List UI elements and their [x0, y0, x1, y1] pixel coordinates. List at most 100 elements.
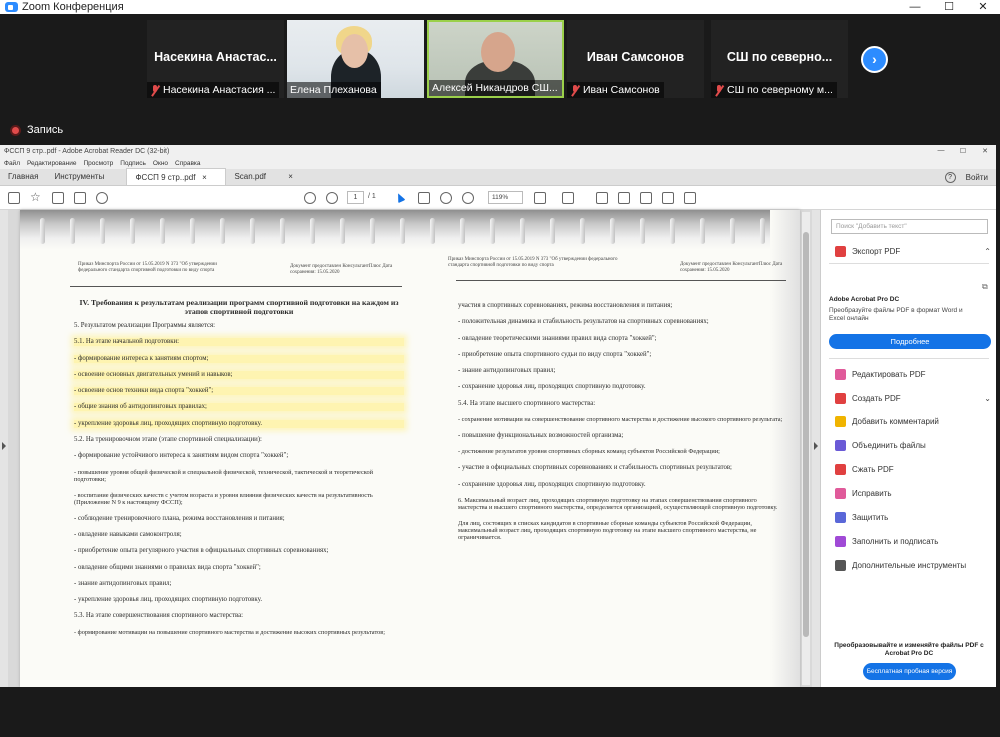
participant-big-name: СШ по северно... — [726, 50, 833, 64]
zoom-app-icon — [5, 2, 18, 12]
menu-file[interactable]: Файл — [4, 160, 20, 167]
recording-label: Запись — [27, 124, 64, 136]
tab-close-icon[interactable]: × — [288, 172, 293, 181]
tool-edit-pdf[interactable]: Редактировать PDF — [835, 369, 991, 380]
next-participants-arrow-icon[interactable]: › — [861, 46, 888, 73]
tool-protect[interactable]: Защитить — [835, 512, 991, 523]
tool-compress-pdf[interactable]: Сжать PDF — [835, 464, 991, 475]
maximize-button[interactable]: ☐ — [932, 0, 966, 14]
select-cursor-icon[interactable] — [394, 191, 406, 204]
combine-files-icon — [835, 440, 846, 451]
tab-document-fssp[interactable]: ФССП 9 стр..pdf × — [126, 168, 227, 185]
acrobat-maximize-button[interactable]: ☐ — [952, 147, 974, 155]
edit-pdf-icon — [835, 369, 846, 380]
zoom-out-icon[interactable] — [440, 192, 452, 204]
tab-close-icon[interactable]: × — [202, 173, 207, 182]
participant-tile[interactable]: Иван Самсонов Иван Самсонов — [567, 20, 704, 98]
zoom-level-select[interactable]: 119% — [488, 191, 523, 204]
page-number-input[interactable]: 1 — [347, 191, 364, 204]
close-button[interactable]: ✕ — [966, 0, 1000, 14]
draw-icon[interactable] — [640, 192, 652, 204]
highlighted-line: - освоение основных двигательных умений … — [74, 370, 404, 379]
participant-tile[interactable]: Насекина Анастас... Насекина Анастасия .… — [147, 20, 284, 98]
export-pdf-icon — [835, 246, 846, 257]
previous-page-icon[interactable] — [304, 192, 316, 204]
participant-label: Насекина Анастасия ... — [147, 82, 280, 98]
export-pdf-item[interactable]: Экспорт PDF ⌃ — [835, 246, 991, 257]
minimize-button[interactable]: — — [898, 0, 932, 14]
document-area[interactable]: Приказ Минспорта России от 15.05.2019 N … — [0, 210, 820, 687]
tool-combine-files[interactable]: Объединить файлы — [835, 440, 991, 451]
share-icon[interactable] — [684, 192, 696, 204]
scrollbar-thumb[interactable] — [803, 232, 809, 637]
tools-panel: Поиск "Добавить текст" Экспорт PDF ⌃ Ado… — [820, 210, 996, 687]
highlighted-line: - укрепление здоровья лиц, проходящих сп… — [74, 419, 404, 428]
trial-promo-text: Преобразовывайте и изменяйте файлы PDF с… — [834, 642, 984, 657]
acrobat-tabbar: Главная Инструменты ФССП 9 стр..pdf × Sc… — [0, 168, 996, 186]
next-page-icon[interactable] — [326, 192, 338, 204]
email-icon[interactable] — [74, 192, 86, 204]
link-icon[interactable]: ⧉ — [982, 282, 988, 292]
tool-more-tools[interactable]: Дополнительные инструменты — [835, 560, 991, 571]
learn-more-button[interactable]: Подробнее — [829, 334, 991, 349]
participant-video-face — [481, 32, 515, 72]
participant-strip: Насекина Анастас... Насекина Анастасия .… — [0, 14, 1000, 145]
free-trial-button[interactable]: Бесплатная пробная версия — [863, 663, 956, 680]
zoom-bottom-area — [0, 687, 1000, 737]
highlighted-line: - освоение основ техники вида спорта "хо… — [74, 387, 404, 396]
record-icon — [10, 124, 21, 136]
section-heading: IV. Требования к результатам реализации … — [79, 298, 399, 316]
right-panel-toggle-icon[interactable] — [812, 210, 820, 687]
recording-indicator[interactable]: Запись — [10, 124, 63, 136]
chevron-down-icon[interactable]: ⌄ — [984, 394, 991, 403]
sign-icon[interactable] — [662, 192, 674, 204]
promo-title: Adobe Acrobat Pro DC — [829, 296, 900, 303]
tab-home[interactable]: Главная — [0, 168, 46, 185]
page-count: / 1 — [368, 193, 376, 200]
participant-video-tile[interactable]: Елена Плеханова — [287, 20, 424, 98]
highlight-pen-icon[interactable] — [618, 192, 630, 204]
zoom-titlebar: Zoom Конференция — ☐ ✕ — [0, 0, 1000, 14]
vertical-scrollbar[interactable] — [802, 212, 810, 685]
acrobat-close-button[interactable]: ✕ — [974, 147, 996, 155]
tool-add-comment[interactable]: Добавить комментарий — [835, 416, 991, 427]
participant-label: СШ по северному м... — [711, 82, 837, 98]
tab-tools[interactable]: Инструменты — [46, 168, 126, 185]
tab-document-scan[interactable]: Scan.pdf × — [226, 168, 336, 185]
acrobat-minimize-button[interactable]: — — [930, 147, 952, 155]
signin-button[interactable]: Войти — [966, 173, 988, 182]
tools-search-input[interactable]: Поиск "Добавить текст" — [831, 219, 988, 234]
acrobat-toolbar: ☆ 1 / 1 119% — [0, 186, 996, 210]
menu-edit[interactable]: Редактирование — [27, 160, 77, 167]
fit-page-icon[interactable] — [534, 192, 546, 204]
tool-fill-and-sign[interactable]: Заполнить и подписать — [835, 536, 991, 547]
tool-create-pdf[interactable]: Создать PDF ⌄ — [835, 393, 991, 404]
chevron-up-icon[interactable]: ⌃ — [984, 247, 991, 256]
comment-icon[interactable] — [596, 192, 608, 204]
participant-big-name: Иван Самсонов — [586, 50, 685, 64]
participant-big-name: Насекина Анастас... — [154, 50, 277, 64]
scanned-page: Приказ Минспорта России от 15.05.2019 N … — [20, 210, 800, 687]
print-icon[interactable] — [52, 192, 64, 204]
participant-tile[interactable]: СШ по северно... СШ по северному м... — [711, 20, 848, 98]
menu-help[interactable]: Справка — [175, 160, 201, 167]
page-header-left: Приказ Минспорта России от 15.05.2019 N … — [448, 257, 618, 268]
fill-sign-icon — [835, 536, 846, 547]
save-icon[interactable] — [8, 192, 20, 204]
menu-sign[interactable]: Подпись — [120, 160, 146, 167]
menu-window[interactable]: Окно — [153, 160, 168, 167]
zoom-in-icon[interactable] — [462, 192, 474, 204]
participant-label: Елена Плеханова — [287, 82, 381, 98]
acrobat-titlebar: ФССП 9 стр..pdf - Adobe Acrobat Reader D… — [0, 145, 996, 157]
help-icon[interactable]: ? — [944, 172, 956, 183]
search-icon[interactable] — [96, 192, 108, 204]
bookmark-star-icon[interactable]: ☆ — [30, 190, 42, 204]
menu-view[interactable]: Просмотр — [84, 160, 114, 167]
participant-label: Алексей Никандров СШ... — [429, 80, 562, 96]
participant-video-tile-active-speaker[interactable]: Алексей Никандров СШ... — [427, 20, 564, 98]
tool-fix[interactable]: Исправить — [835, 488, 991, 499]
right-text-column: участия в спортивных соревнованиях, режи… — [458, 302, 783, 541]
hand-tool-icon[interactable] — [418, 192, 430, 204]
left-panel-toggle-icon[interactable] — [0, 210, 8, 687]
scroll-mode-icon[interactable] — [562, 192, 574, 204]
